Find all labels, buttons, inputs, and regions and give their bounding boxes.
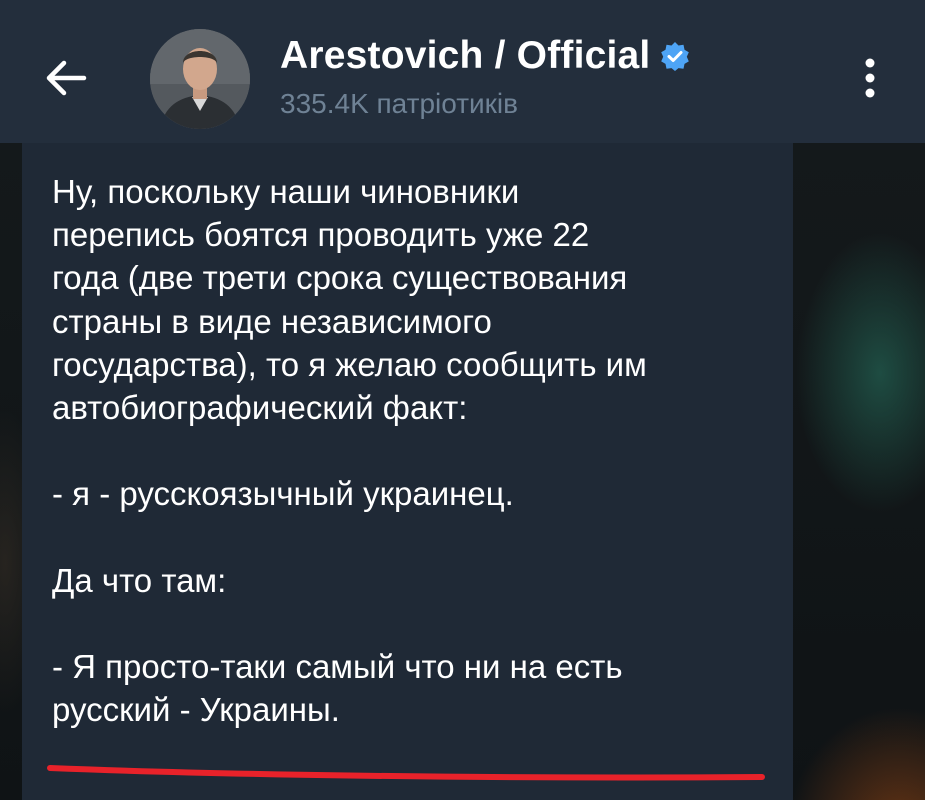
verified-badge-icon — [661, 42, 690, 71]
channel-title[interactable]: Arestovich / Official — [280, 34, 690, 78]
arrow-left-icon — [46, 60, 87, 96]
avatar[interactable] — [150, 29, 250, 129]
more-vertical-icon — [865, 58, 875, 98]
chat-header: Arestovich / Official 335.4K патріотиків — [0, 0, 925, 143]
more-menu-button[interactable] — [848, 50, 892, 106]
channel-name: Arestovich / Official — [280, 34, 651, 77]
subscriber-count: 335.4K патріотиків — [280, 88, 519, 119]
back-button[interactable] — [38, 50, 94, 106]
avatar-photo — [150, 29, 250, 129]
message-text: Ну, поскольку наши чиновники перепись бо… — [52, 173, 647, 729]
red-underline-annotation — [47, 765, 765, 781]
